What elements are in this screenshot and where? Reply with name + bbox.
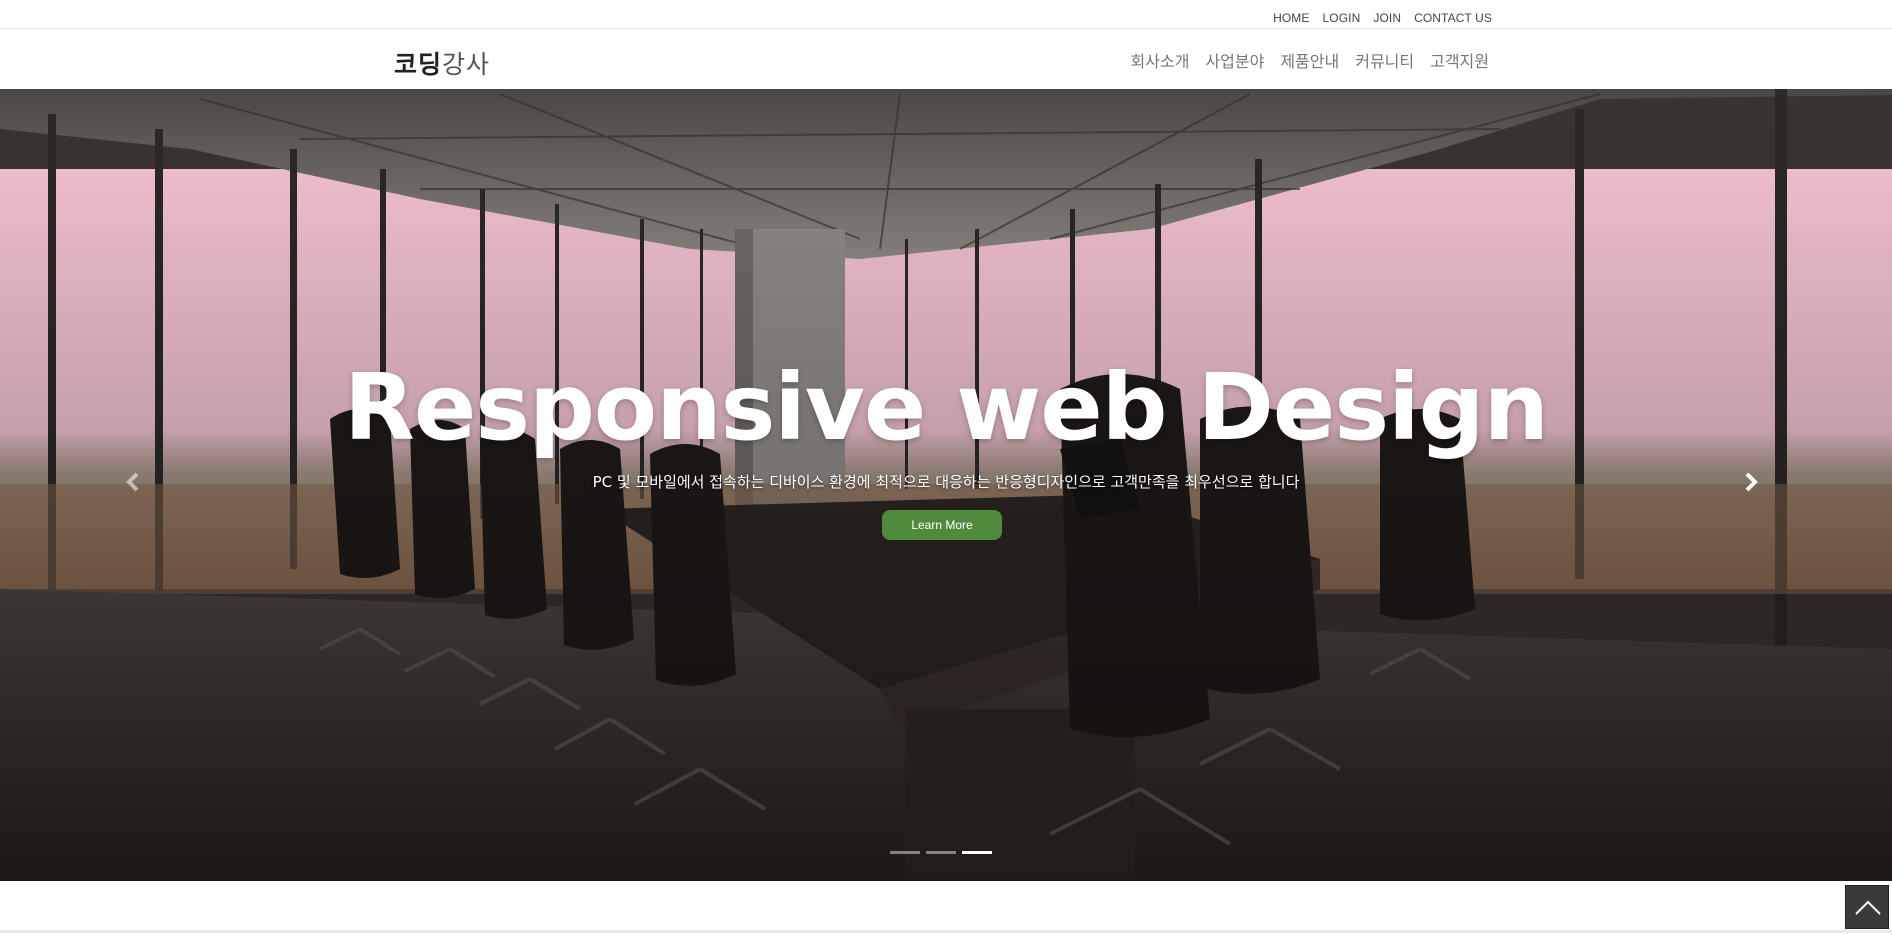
utility-links: HOME LOGIN JOIN CONTACT US <box>1273 7 1492 26</box>
carousel-indicator-1[interactable] <box>890 851 920 854</box>
main-nav: 회사소개 사업분야 제품안내 커뮤니티 고객지원 <box>1131 48 1489 72</box>
site-header: 코딩강사 회사소개 사업분야 제품안내 커뮤니티 고객지원 <box>0 29 1892 89</box>
carousel-indicator-2[interactable] <box>926 851 956 854</box>
site-logo[interactable]: 코딩강사 <box>394 45 490 81</box>
scroll-to-top-button[interactable] <box>1845 885 1889 929</box>
section-divider <box>0 930 1892 933</box>
nav-item-products[interactable]: 제품안내 <box>1280 52 1339 71</box>
home-link[interactable]: HOME <box>1273 11 1309 25</box>
hero-carousel: Responsive web Design PC 및 모바일에서 접속하는 디바… <box>0 89 1892 881</box>
join-link[interactable]: JOIN <box>1373 11 1401 25</box>
logo-accent: 강사 <box>442 50 491 79</box>
carousel-next-button[interactable] <box>1738 470 1762 494</box>
carousel-indicator-3[interactable] <box>962 851 992 854</box>
nav-item-support[interactable]: 고객지원 <box>1430 52 1489 71</box>
login-link[interactable]: LOGIN <box>1323 11 1361 25</box>
nav-item-business[interactable]: 사업분야 <box>1205 52 1264 71</box>
learn-more-button[interactable]: Learn More <box>882 510 1002 540</box>
hero-title: Responsive web Design <box>344 354 1549 461</box>
logo-main: 코딩 <box>394 50 443 79</box>
carousel-indicators <box>890 851 992 854</box>
chevron-up-icon <box>1855 900 1881 915</box>
nav-item-company[interactable]: 회사소개 <box>1131 52 1190 71</box>
nav-item-community[interactable]: 커뮤니티 <box>1355 52 1414 71</box>
carousel-prev-button[interactable] <box>122 470 146 494</box>
utility-bar: HOME LOGIN JOIN CONTACT US <box>0 0 1892 29</box>
contact-us-link[interactable]: CONTACT US <box>1414 11 1492 25</box>
chevron-left-icon <box>126 472 139 492</box>
hero-subtitle: PC 및 모바일에서 접속하는 디바이스 환경에 최적으로 대응하는 반응형디자… <box>592 473 1300 491</box>
chevron-right-icon <box>1745 472 1758 492</box>
